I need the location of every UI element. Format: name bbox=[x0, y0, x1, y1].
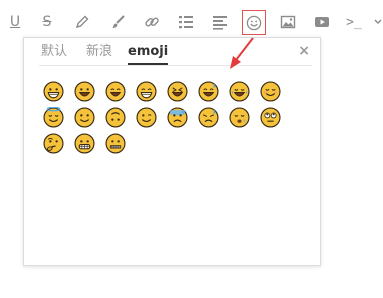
code-button[interactable]: >_ bbox=[343, 11, 365, 33]
cold-sweat-icon bbox=[167, 107, 188, 128]
emoji-slightly-smiling[interactable] bbox=[74, 107, 95, 128]
upside-down-icon bbox=[105, 107, 126, 128]
emoji-smiley[interactable] bbox=[74, 81, 95, 102]
tabs-divider bbox=[39, 65, 312, 66]
brush-icon bbox=[112, 15, 125, 28]
emoji-smile[interactable] bbox=[105, 81, 126, 102]
sweat-smile-icon bbox=[198, 81, 219, 102]
emoji-cold-sweat[interactable] bbox=[167, 107, 188, 128]
video-button[interactable] bbox=[311, 11, 333, 33]
grin-icon bbox=[43, 81, 64, 102]
emoji-laughing[interactable] bbox=[167, 81, 188, 102]
underline-button[interactable]: U bbox=[4, 11, 26, 33]
bullet-list-button[interactable] bbox=[175, 11, 197, 33]
pencil-button[interactable] bbox=[71, 11, 93, 33]
image-button[interactable] bbox=[277, 11, 299, 33]
link-icon bbox=[145, 17, 159, 27]
sleepy-icon bbox=[229, 107, 250, 128]
align-button[interactable] bbox=[209, 11, 231, 33]
emoji-joy[interactable] bbox=[229, 81, 250, 102]
emoji-disappointed-relieved[interactable] bbox=[198, 107, 219, 128]
grimacing-icon bbox=[74, 133, 95, 154]
tab-sina[interactable]: 新浪 bbox=[86, 44, 112, 60]
thinking-icon bbox=[43, 133, 64, 154]
emoji-grin[interactable] bbox=[43, 81, 64, 102]
emoji-panel: 默认 新浪 emoji × bbox=[23, 37, 321, 266]
video-icon bbox=[315, 17, 329, 27]
emoji-innocent[interactable] bbox=[43, 107, 64, 128]
code-icon: >_ bbox=[346, 14, 362, 30]
emoji-wink[interactable] bbox=[136, 107, 157, 128]
editor-page: U S >_ 默认 新浪 emoji × bbox=[0, 0, 383, 298]
bullet-list-icon bbox=[179, 16, 193, 29]
blush-icon bbox=[260, 81, 281, 102]
tab-emoji[interactable]: emoji bbox=[128, 44, 169, 65]
emoji-sweat-smile[interactable] bbox=[198, 81, 219, 102]
image-icon bbox=[280, 15, 296, 29]
laughing-icon bbox=[167, 81, 188, 102]
grinning-icon bbox=[136, 81, 157, 102]
emoji-rolling-eyes[interactable] bbox=[260, 107, 281, 128]
rolling-eyes-icon bbox=[260, 107, 281, 128]
disappointed-relieved-icon bbox=[198, 107, 219, 128]
emoji-grinning[interactable] bbox=[136, 81, 157, 102]
brush-button[interactable] bbox=[107, 11, 129, 33]
emoji-button[interactable] bbox=[242, 10, 266, 35]
wink-icon bbox=[136, 107, 157, 128]
emoji-upside-down[interactable] bbox=[105, 107, 126, 128]
pencil-icon bbox=[75, 15, 89, 29]
smiley-icon bbox=[74, 81, 95, 102]
tab-default[interactable]: 默认 bbox=[41, 44, 67, 60]
emoji-tabs: 默认 新浪 emoji × bbox=[24, 38, 320, 68]
smiley-icon bbox=[246, 15, 262, 30]
zipper-mouth-icon bbox=[105, 133, 126, 154]
emoji-zipper-mouth[interactable] bbox=[105, 133, 126, 154]
close-icon[interactable]: × bbox=[298, 44, 310, 58]
underline-icon: U bbox=[9, 14, 21, 30]
smile-icon bbox=[105, 81, 126, 102]
emoji-grimacing[interactable] bbox=[74, 133, 95, 154]
emoji-sleepy[interactable] bbox=[229, 107, 250, 128]
more-icon bbox=[374, 19, 382, 24]
emoji-blush[interactable] bbox=[260, 81, 281, 102]
slightly-smiling-icon bbox=[74, 107, 95, 128]
strikethrough-button[interactable]: S bbox=[36, 11, 58, 33]
strikethrough-icon: S bbox=[42, 14, 52, 30]
innocent-icon bbox=[43, 107, 64, 128]
link-button[interactable] bbox=[141, 11, 163, 33]
more-button[interactable] bbox=[373, 11, 383, 33]
emoji-thinking[interactable] bbox=[43, 133, 64, 154]
editor-toolbar: U S >_ bbox=[0, 0, 383, 42]
align-left-icon bbox=[213, 16, 227, 30]
joy-icon bbox=[229, 81, 250, 102]
